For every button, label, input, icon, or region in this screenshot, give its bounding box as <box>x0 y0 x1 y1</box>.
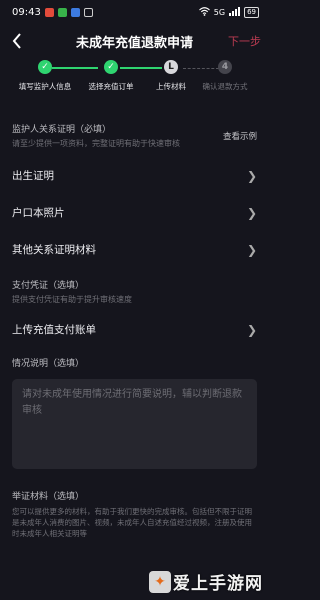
evidence-section: 举证材料（选填） 您可以提供更多的材料，有助于我们更快的完成审核。包括但不限于证… <box>0 489 269 539</box>
step-label: 确认退款方式 <box>202 82 248 91</box>
check-icon: ✓ <box>38 60 52 74</box>
chevron-left-icon <box>12 33 21 49</box>
step-label: 填写监护人信息 <box>18 82 72 91</box>
watermark-logo-icon: ✦ <box>149 570 171 593</box>
section-description: 您可以提供更多的材料，有助于我们更快的完成审核。包括但不限于证明是未成年人消费的… <box>12 507 252 538</box>
progress-steps: ✓ 填写监护人信息 ✓ 选择充值订单 L 上传材料 4 确认退款方式 <box>0 60 269 108</box>
step-1: ✓ 填写监护人信息 <box>10 60 80 92</box>
network-type-label: 5G <box>213 7 226 17</box>
status-time: 09:43 <box>12 6 41 18</box>
upload-other-proof-row[interactable]: 其他关系证明材料 ❯ <box>0 231 269 268</box>
situation-textarea[interactable]: 请对未成年使用情况进行简要说明，辅以判断退款审核 <box>12 379 257 469</box>
battery-indicator: 69 <box>244 6 259 18</box>
upload-household-register-row[interactable]: 户口本照片 ❯ <box>0 194 269 231</box>
section-title: 支付凭证（选填） <box>12 281 85 291</box>
row-label: 户口本照片 <box>12 207 65 219</box>
chevron-right-icon: ❯ <box>246 242 257 257</box>
upload-payment-bill-row[interactable]: 上传充值支付账单 ❯ <box>0 311 269 348</box>
row-label: 出生证明 <box>12 170 54 182</box>
row-label: 其他关系证明材料 <box>12 244 96 256</box>
status-bar: 09:43 5G 69 <box>0 0 269 24</box>
back-button[interactable] <box>0 24 34 58</box>
step-4: 4 确认退款方式 <box>190 60 260 92</box>
check-icon: ✓ <box>104 60 118 74</box>
watermark-text: 爱上手游网 <box>173 574 263 594</box>
app-notification-icon <box>44 7 54 17</box>
view-example-link[interactable]: 查看示例 <box>223 130 257 142</box>
chevron-right-icon: ❯ <box>246 168 257 183</box>
watermark: ✦ 爱上手游网 <box>149 569 263 594</box>
wifi-icon <box>198 6 210 18</box>
row-label: 上传充值支付账单 <box>12 324 96 336</box>
next-step-button[interactable]: 下一步 <box>228 33 261 49</box>
section-title: 情况说明（选填） <box>12 359 85 369</box>
app-notification-icon <box>83 7 93 17</box>
app-notification-icon <box>70 7 80 17</box>
relation-section: 监护人关系证明（必填） 请至少提供一项资料，完整证明有助于快速审核 查看示例 <box>0 122 269 149</box>
step-number: 4 <box>218 60 232 74</box>
section-title: 举证材料（选填） <box>12 492 85 502</box>
section-subtitle: 请至少提供一项资料，完整证明有助于快速审核 <box>12 139 180 148</box>
step-number: L <box>164 60 178 74</box>
upload-birth-certificate-row[interactable]: 出生证明 ❯ <box>0 157 269 194</box>
chevron-right-icon: ❯ <box>246 205 257 220</box>
section-subtitle: 提供支付凭证有助于提升审核速度 <box>12 295 132 304</box>
chevron-right-icon: ❯ <box>246 322 257 337</box>
header-bar: 未成年充值退款申请 下一步 <box>0 24 269 58</box>
payment-section: 支付凭证（选填） 提供支付凭证有助于提升审核速度 <box>0 278 269 305</box>
app-notification-icon <box>57 7 67 17</box>
situation-section: 情况说明（选填） <box>0 356 269 369</box>
section-title: 监护人关系证明（必填） <box>12 125 112 135</box>
signal-icon <box>229 6 241 18</box>
